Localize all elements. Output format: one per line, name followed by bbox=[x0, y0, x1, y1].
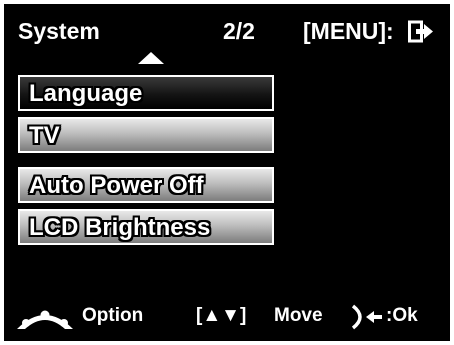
move-keys-icon: [▲▼] bbox=[196, 305, 247, 326]
menu-exit-hint[interactable]: [MENU]: bbox=[303, 18, 394, 44]
ok-hint: :Ok bbox=[386, 305, 418, 326]
shutter-button-icon bbox=[351, 304, 382, 330]
menu-item-label: TV bbox=[29, 122, 60, 149]
page-indicator: 2/2 bbox=[223, 18, 255, 44]
menu-item-auto-power-off[interactable]: Auto Power Off bbox=[18, 167, 274, 203]
menu-item-label: Language bbox=[29, 80, 143, 107]
exit-icon bbox=[408, 20, 433, 43]
menu-item-label: Auto Power Off bbox=[29, 172, 204, 199]
move-hint: Move bbox=[274, 305, 323, 326]
menu-item-language[interactable]: Language bbox=[18, 75, 274, 111]
menu-item-tv[interactable]: TV bbox=[18, 117, 274, 153]
scroll-up-arrow-icon[interactable] bbox=[138, 52, 164, 64]
option-dial-icon bbox=[17, 310, 73, 329]
menu-item-label: LCD Brightness bbox=[29, 214, 211, 241]
menu-item-lcd-brightness[interactable]: LCD Brightness bbox=[18, 209, 274, 245]
camera-menu-screen: System 2/2 [MENU]: Language TV Auto Powe… bbox=[4, 4, 450, 341]
menu-title: System bbox=[18, 18, 100, 44]
menu-exit-label: [MENU]: bbox=[303, 18, 394, 44]
option-hint: Option bbox=[82, 305, 144, 326]
